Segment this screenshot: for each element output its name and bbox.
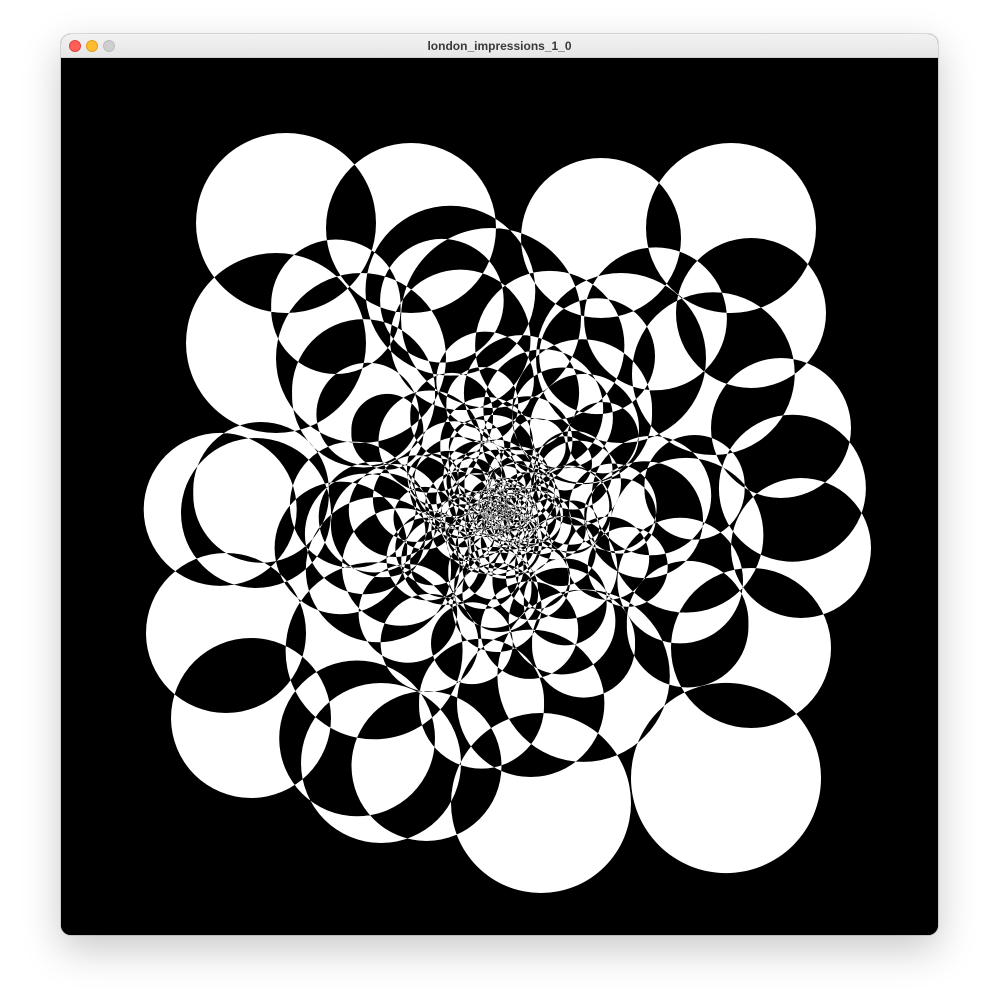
title-bar[interactable]: london_impressions_1_0 xyxy=(61,34,938,58)
circles-artwork xyxy=(61,58,938,935)
sketch-canvas[interactable] xyxy=(61,58,938,935)
app-window: london_impressions_1_0 xyxy=(61,34,938,935)
window-title: london_impressions_1_0 xyxy=(427,39,572,53)
